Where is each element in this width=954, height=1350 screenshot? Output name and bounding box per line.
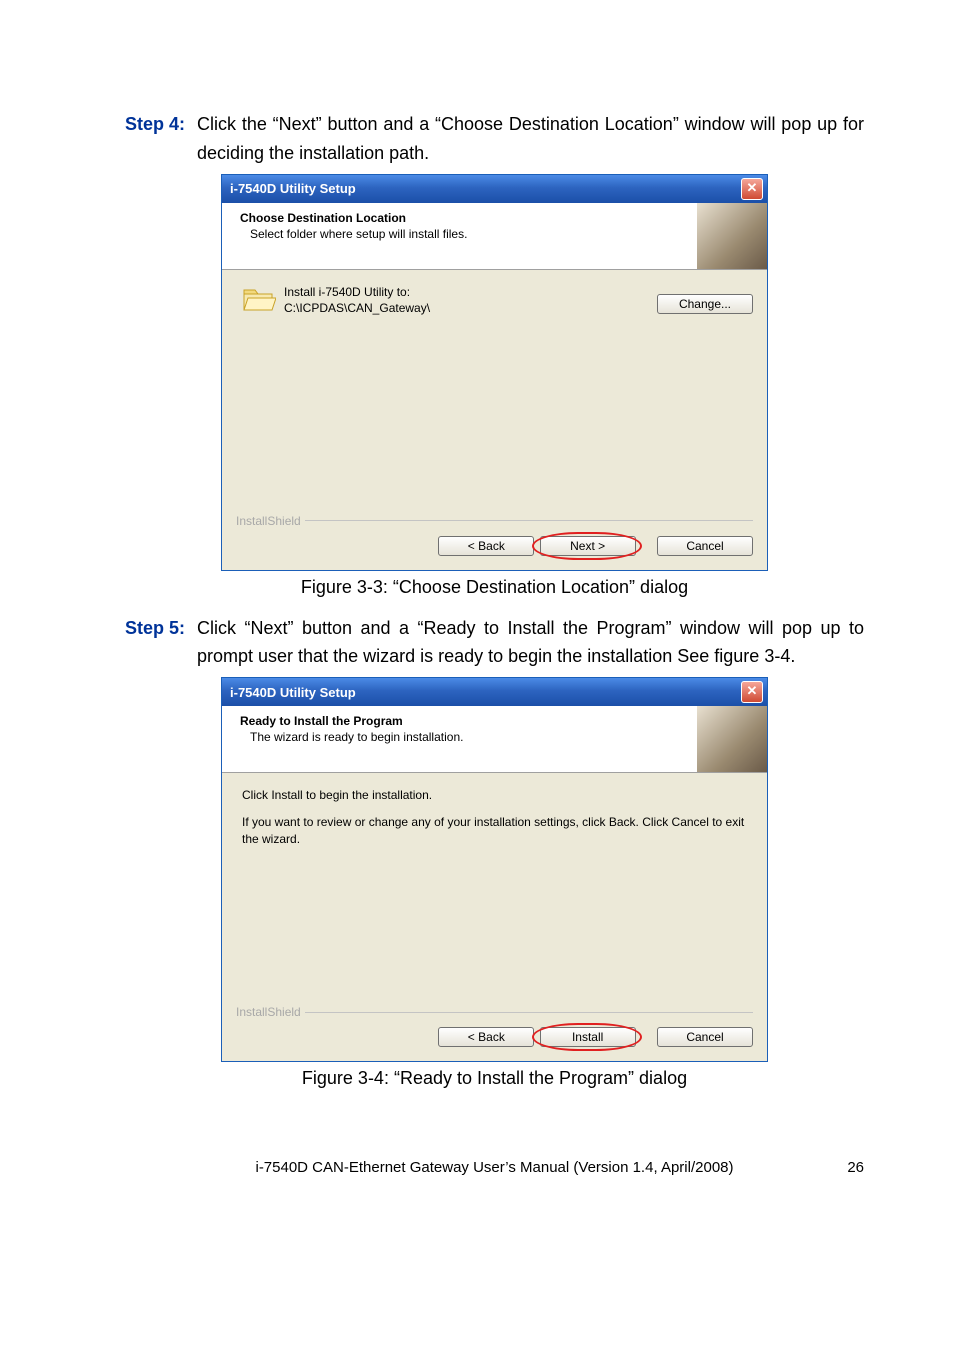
step-4-text: Click the “Next” button and a “Choose De… xyxy=(197,110,864,168)
dialog-title: i-7540D Utility Setup xyxy=(230,685,356,700)
header-title: Ready to Install the Program xyxy=(240,714,767,728)
install-text: Install i-7540D Utility to: C:\ICPDAS\CA… xyxy=(280,284,657,318)
step-5-text: Click “Next” button and a “Ready to Inst… xyxy=(197,614,864,672)
body-line-1: Click Install to begin the installation. xyxy=(242,787,747,804)
dialog-title: i-7540D Utility Setup xyxy=(230,181,356,196)
header-graphic xyxy=(697,203,767,269)
header-graphic xyxy=(697,706,767,772)
install-highlight: Install xyxy=(538,1027,636,1047)
folder-icon xyxy=(242,284,280,314)
installshield-brand: InstallShield xyxy=(236,514,301,528)
dialog-body: Install i-7540D Utility to: C:\ICPDAS\CA… xyxy=(222,270,767,514)
page-footer: i-7540D CAN-Ethernet Gateway User’s Manu… xyxy=(125,1159,864,1176)
dialog-footer: InstallShield < Back Install Cancel xyxy=(222,1005,767,1061)
next-button[interactable]: Next > xyxy=(540,536,636,556)
close-icon[interactable]: ✕ xyxy=(741,681,763,703)
dialog-titlebar: i-7540D Utility Setup ✕ xyxy=(222,175,767,203)
close-icon[interactable]: ✕ xyxy=(741,178,763,200)
dialog-header: Ready to Install the Program The wizard … xyxy=(222,706,767,773)
step-4-label: Step 4: xyxy=(125,110,197,139)
cancel-button[interactable]: Cancel xyxy=(657,536,753,556)
dialog-footer: InstallShield < Back Next > Cancel xyxy=(222,514,767,570)
ready-install-dialog: i-7540D Utility Setup ✕ Ready to Install… xyxy=(221,677,768,1062)
back-button[interactable]: < Back xyxy=(438,536,534,556)
dialog-titlebar: i-7540D Utility Setup ✕ xyxy=(222,678,767,706)
page-number: 26 xyxy=(847,1159,864,1176)
choose-destination-dialog: i-7540D Utility Setup ✕ Choose Destinati… xyxy=(221,174,768,571)
header-subtitle: The wizard is ready to begin installatio… xyxy=(240,728,767,744)
brand-line: InstallShield xyxy=(236,514,753,528)
step-4: Step 4: Click the “Next” button and a “C… xyxy=(125,110,864,168)
body-line-2: If you want to review or change any of y… xyxy=(242,814,747,848)
brand-line: InstallShield xyxy=(236,1005,753,1019)
dialog-header: Choose Destination Location Select folde… xyxy=(222,203,767,270)
install-path: C:\ICPDAS\CAN_Gateway\ xyxy=(284,300,657,317)
change-button[interactable]: Change... xyxy=(657,294,753,314)
figure-3-4-caption: Figure 3-4: “Ready to Install the Progra… xyxy=(125,1068,864,1089)
footer-text: i-7540D CAN-Ethernet Gateway User’s Manu… xyxy=(255,1159,733,1176)
cancel-button[interactable]: Cancel xyxy=(657,1027,753,1047)
step-5-label: Step 5: xyxy=(125,614,197,643)
header-subtitle: Select folder where setup will install f… xyxy=(240,225,767,241)
button-row: < Back Install Cancel xyxy=(236,1027,753,1047)
next-highlight: Next > xyxy=(538,536,636,556)
header-title: Choose Destination Location xyxy=(240,211,767,225)
figure-3-3-caption: Figure 3-3: “Choose Destination Location… xyxy=(125,577,864,598)
step-5: Step 5: Click “Next” button and a “Ready… xyxy=(125,614,864,672)
installshield-brand: InstallShield xyxy=(236,1005,301,1019)
back-button[interactable]: < Back xyxy=(438,1027,534,1047)
install-to-label: Install i-7540D Utility to: xyxy=(284,284,657,301)
document-page: Step 4: Click the “Next” button and a “C… xyxy=(0,0,954,1216)
install-button[interactable]: Install xyxy=(540,1027,636,1047)
dialog-body: Click Install to begin the installation.… xyxy=(222,773,767,1005)
button-row: < Back Next > Cancel xyxy=(236,536,753,556)
install-location-row: Install i-7540D Utility to: C:\ICPDAS\CA… xyxy=(242,284,747,318)
